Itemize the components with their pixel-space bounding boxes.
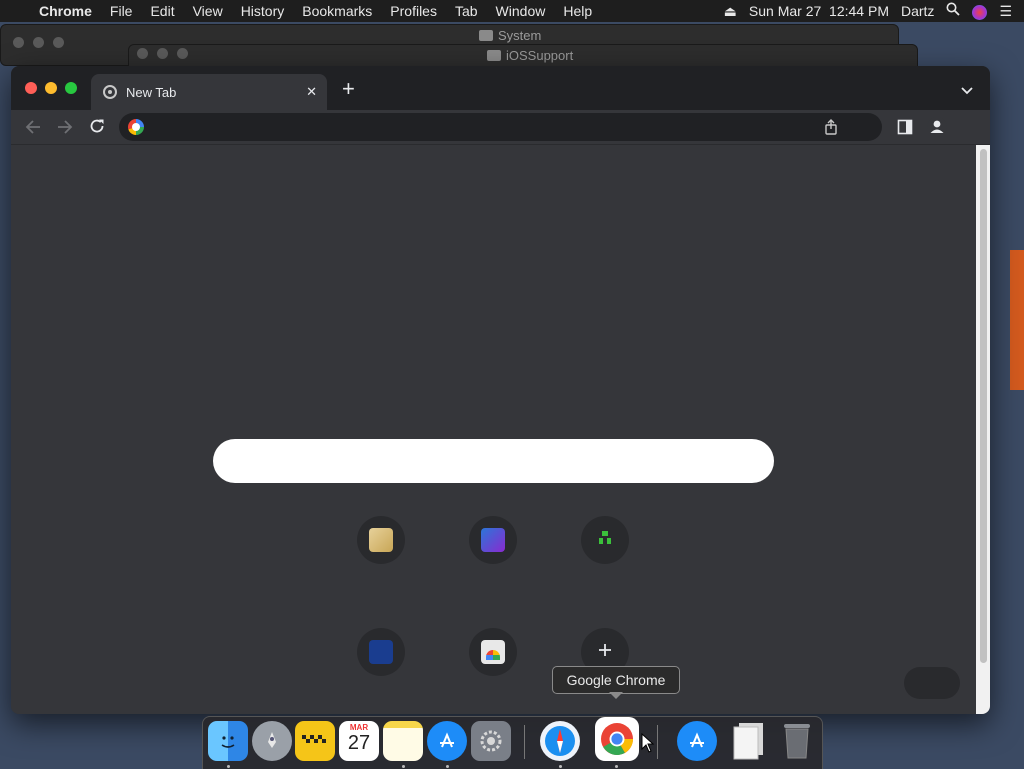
scrollbar-thumb[interactable]: [980, 149, 987, 663]
shortcut-tile-5[interactable]: [469, 628, 517, 676]
shortcut-tile-2[interactable]: [469, 516, 517, 564]
new-tab-button[interactable]: +: [342, 78, 355, 100]
dock: MAR 27: [202, 716, 823, 769]
minimize-window-button[interactable]: [45, 82, 57, 94]
share-icon[interactable]: [824, 119, 838, 140]
address-bar[interactable]: [119, 113, 882, 141]
reload-icon[interactable]: [89, 118, 105, 139]
menu-tab[interactable]: Tab: [446, 0, 487, 22]
weather-channel-favicon-icon: [369, 640, 393, 664]
control-center-icon[interactable]: ☰: [993, 0, 1024, 22]
window-controls: [137, 48, 188, 59]
du-favicon-icon: [481, 528, 505, 552]
eject-icon[interactable]: ⏏: [718, 0, 743, 22]
window-controls: [13, 37, 64, 48]
menu-datetime[interactable]: Sun Mar 27 12:44 PM: [743, 0, 895, 22]
tab-new-tab[interactable]: New Tab ✕: [91, 74, 327, 110]
wallpaper-edge: [1010, 250, 1024, 390]
new-tab-page: [11, 145, 990, 714]
web-store-favicon-icon: [481, 640, 505, 664]
calendar-icon[interactable]: MAR 27: [339, 721, 379, 761]
folder-icon: [487, 50, 501, 61]
green-figure-favicon-icon: [595, 528, 615, 553]
siri-icon[interactable]: [966, 0, 993, 22]
profile-avatar-icon[interactable]: [927, 117, 947, 137]
tab-search-chevron-icon[interactable]: [961, 82, 973, 100]
plus-icon: [598, 643, 612, 662]
calendar-month: MAR: [349, 723, 369, 732]
dock-separator: [524, 725, 525, 759]
menu-bar: Chrome File Edit View History Bookmarks …: [0, 0, 1024, 22]
chrome-window: New Tab ✕ +: [11, 66, 990, 714]
menu-user[interactable]: Dartz: [895, 0, 940, 22]
trash-icon[interactable]: [777, 721, 817, 761]
back-arrow-icon[interactable]: [25, 119, 41, 140]
zoom-window-button[interactable]: [65, 82, 77, 94]
side-panel-icon[interactable]: [897, 119, 913, 140]
menu-view[interactable]: View: [184, 0, 232, 22]
tooltip-arrow: [609, 692, 623, 699]
calendar-day: 27: [347, 732, 371, 754]
menu-history[interactable]: History: [232, 0, 294, 22]
shortcut-tile-3[interactable]: [581, 516, 629, 564]
finder-icon[interactable]: [208, 721, 248, 761]
system-preferences-gear-icon[interactable]: [471, 721, 511, 761]
notes-icon[interactable]: [383, 721, 423, 761]
menu-help[interactable]: Help: [554, 0, 601, 22]
dock-separator: [657, 725, 658, 759]
menu-profiles[interactable]: Profiles: [381, 0, 446, 22]
google-chrome-icon[interactable]: [595, 717, 639, 761]
window-title: System: [479, 28, 541, 43]
menu-file[interactable]: File: [101, 0, 142, 22]
close-window-button[interactable]: [25, 82, 37, 94]
launchpad-rocket-icon[interactable]: [252, 721, 292, 761]
dock-tooltip: Google Chrome: [552, 666, 680, 694]
shortcut-tile-4[interactable]: [357, 628, 405, 676]
forward-arrow-icon[interactable]: [57, 119, 73, 140]
taxi-app-icon[interactable]: [295, 721, 335, 761]
customize-chrome-button[interactable]: [904, 667, 960, 699]
google-g-icon: [128, 119, 144, 135]
mouse-cursor-icon: [641, 732, 655, 758]
spotlight-search-icon[interactable]: [940, 0, 966, 22]
ntp-search-box[interactable]: [213, 439, 774, 483]
folder-icon: [479, 30, 493, 41]
toolbar: [11, 110, 990, 145]
documents-stack-icon[interactable]: [729, 721, 769, 761]
tab-strip: New Tab ✕ +: [11, 66, 990, 110]
shortcut-tile-1[interactable]: [357, 516, 405, 564]
tab-title: New Tab: [126, 84, 177, 100]
safari-compass-icon[interactable]: [540, 721, 580, 761]
window-title: iOSSupport: [487, 48, 573, 63]
menu-app-name[interactable]: Chrome: [30, 0, 101, 22]
app-store-icon[interactable]: [427, 721, 467, 761]
menu-edit[interactable]: Edit: [141, 0, 183, 22]
chrome-favicon-icon: [103, 85, 117, 99]
menu-window[interactable]: Window: [487, 0, 555, 22]
app-store-downloads-icon[interactable]: [677, 721, 717, 761]
tab-close-icon[interactable]: ✕: [306, 84, 317, 100]
site-favicon-icon: [369, 528, 393, 552]
menu-bookmarks[interactable]: Bookmarks: [293, 0, 381, 22]
